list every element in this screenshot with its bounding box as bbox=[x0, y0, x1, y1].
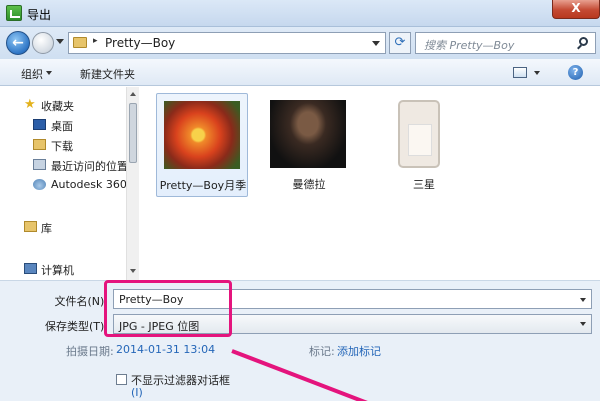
help-icon[interactable]: ? bbox=[568, 65, 583, 80]
sidebar-item-label: 库 bbox=[41, 222, 52, 235]
back-button[interactable]: ← bbox=[6, 31, 30, 55]
scroll-down-icon[interactable] bbox=[130, 269, 136, 273]
title-bar: 导出 X bbox=[0, 0, 600, 27]
address-dropdown-icon[interactable] bbox=[372, 41, 380, 46]
chevron-down-icon bbox=[580, 322, 586, 326]
view-options-dropdown-icon[interactable] bbox=[534, 71, 540, 75]
search-input[interactable]: 搜索 Pretty—Boy bbox=[415, 32, 596, 54]
organize-button[interactable]: 组织 bbox=[21, 66, 43, 82]
sidebar-item-libraries[interactable]: 库 bbox=[0, 218, 126, 236]
filename-dropdown-icon[interactable] bbox=[580, 298, 586, 302]
navigation-scrollbar[interactable] bbox=[126, 87, 139, 280]
close-button[interactable]: X bbox=[552, 0, 600, 19]
sidebar-item-computer[interactable]: 计算机 bbox=[0, 260, 126, 278]
app-icon bbox=[6, 5, 22, 21]
annotation-highlight-box bbox=[104, 280, 232, 337]
breadcrumb-current[interactable]: Pretty—Boy bbox=[105, 36, 175, 50]
checkbox-accesskey: (I) bbox=[131, 386, 143, 399]
breadcrumb-chevron-icon[interactable]: ▸ bbox=[93, 36, 98, 46]
window-title: 导出 bbox=[27, 8, 52, 22]
folder-icon bbox=[73, 37, 87, 48]
file-name: 三星 bbox=[413, 178, 435, 191]
library-icon bbox=[24, 221, 37, 232]
cloud-icon bbox=[33, 179, 46, 190]
portrait-thumbnail bbox=[270, 100, 346, 168]
sidebar-item-label: 计算机 bbox=[41, 264, 74, 277]
file-name: 曼德拉 bbox=[292, 178, 326, 191]
sidebar-item-favorites[interactable]: ★ 收藏夹 bbox=[0, 96, 126, 114]
file-name: Pretty—Boy月季 bbox=[159, 179, 247, 192]
sidebar-item-label: 桌面 bbox=[51, 120, 73, 133]
file-item[interactable]: 曼德拉 bbox=[263, 93, 355, 197]
recent-places-icon bbox=[33, 159, 46, 170]
scroll-up-icon[interactable] bbox=[130, 92, 136, 96]
phone-thumbnail bbox=[398, 100, 440, 168]
recent-pages-dropdown-icon[interactable] bbox=[56, 39, 64, 44]
scrollbar-thumb[interactable] bbox=[129, 103, 137, 163]
checkbox-label[interactable]: 不显示过滤器对话框 bbox=[131, 372, 230, 388]
sidebar-item-label: 收藏夹 bbox=[41, 100, 74, 113]
search-placeholder: 搜索 Pretty—Boy bbox=[424, 39, 515, 52]
address-bar[interactable]: ▸ Pretty—Boy bbox=[68, 32, 386, 54]
sidebar-item-downloads[interactable]: 下载 bbox=[0, 136, 126, 154]
address-row: ← ▸ Pretty—Boy ⟳ 搜索 Pretty—Boy bbox=[0, 27, 600, 59]
downloads-icon bbox=[33, 139, 46, 150]
search-icon[interactable] bbox=[579, 37, 588, 46]
sidebar-item-recent-places[interactable]: 最近访问的位置 bbox=[0, 156, 128, 174]
navigation-pane: ★ 收藏夹 桌面 下载 最近访问的位置 Autodesk 360 库 计算机 bbox=[0, 87, 139, 280]
computer-icon bbox=[24, 263, 37, 274]
sidebar-item-label: 最近访问的位置 bbox=[51, 160, 128, 173]
forward-button[interactable] bbox=[32, 32, 54, 54]
new-folder-button[interactable]: 新建文件夹 bbox=[80, 66, 135, 82]
tags-label: 标记: bbox=[309, 345, 335, 358]
filename-label: 文件名(N): bbox=[54, 295, 108, 308]
change-view-icon[interactable] bbox=[513, 67, 527, 78]
add-tag-link[interactable]: 添加标记 bbox=[337, 343, 381, 359]
star-icon: ★ bbox=[24, 97, 36, 112]
save-form: 文件名(N): Pretty—Boy 保存类型(T): JPG - JPEG 位… bbox=[0, 280, 600, 401]
refresh-button[interactable]: ⟳ bbox=[389, 32, 411, 54]
sidebar-item-label: Autodesk 360 bbox=[51, 178, 127, 191]
chevron-down-icon bbox=[46, 71, 52, 75]
filetype-label: 保存类型(T): bbox=[44, 320, 108, 333]
sidebar-item-desktop[interactable]: 桌面 bbox=[0, 116, 126, 134]
sidebar-item-label: 下载 bbox=[51, 140, 73, 153]
desktop-icon bbox=[33, 119, 46, 130]
file-list: Pretty—Boy月季 曼德拉 三星 bbox=[140, 87, 600, 280]
date-taken-value[interactable]: 2014-01-31 13:04 bbox=[116, 343, 215, 356]
hide-filter-dialog-checkbox[interactable] bbox=[116, 374, 127, 385]
file-item[interactable]: 三星 bbox=[378, 93, 470, 197]
sidebar-item-autodesk-360[interactable]: Autodesk 360 bbox=[0, 176, 127, 194]
toolbar: 组织 新建文件夹 ? bbox=[0, 59, 600, 86]
file-item[interactable]: Pretty—Boy月季 bbox=[156, 93, 248, 197]
rose-thumbnail bbox=[164, 101, 240, 169]
date-taken-label: 拍摄日期: bbox=[66, 345, 114, 358]
